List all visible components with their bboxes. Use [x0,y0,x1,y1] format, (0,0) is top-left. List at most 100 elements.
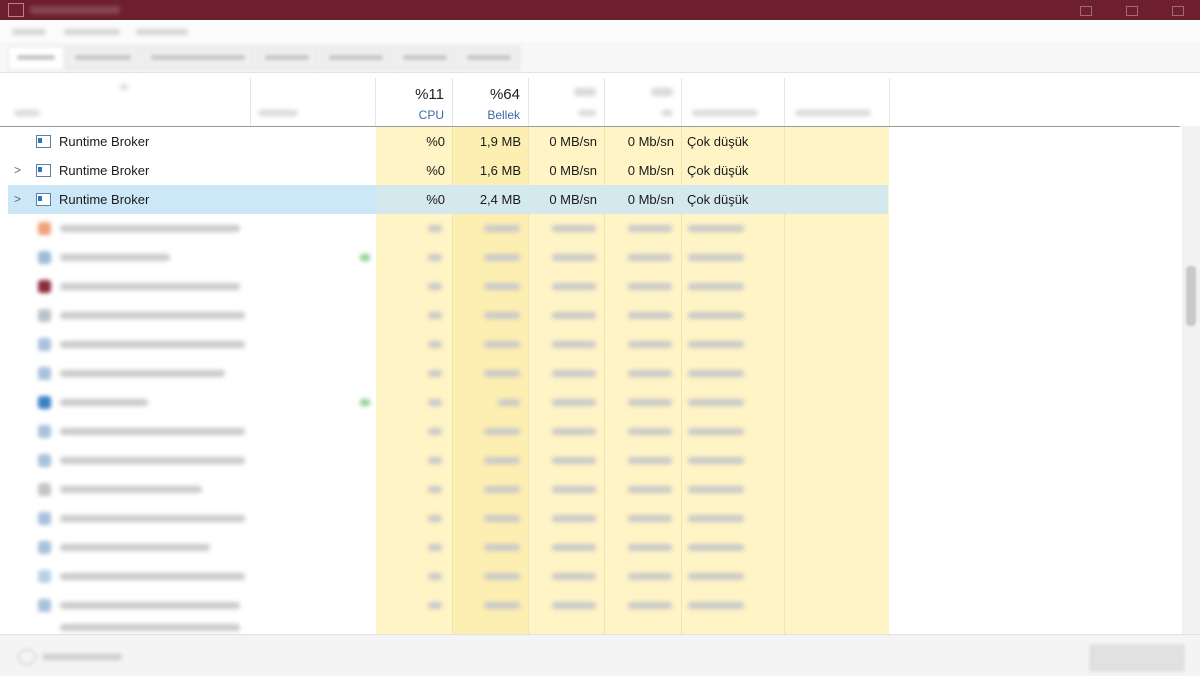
close-button[interactable] [1154,0,1200,20]
blurred-text [428,573,442,580]
blurred-text [628,486,672,493]
memory-percent: %64 [489,86,520,103]
tab-blurred[interactable] [256,46,318,70]
tab-blurred[interactable] [320,46,392,70]
table-row-blurred[interactable] [8,475,888,504]
disk-value: 0 MB/sn [549,134,597,149]
blurred-text [552,312,596,319]
process-list: Runtime Broker %0 1,9 MB 0 MB/sn 0 Mb/sn… [0,126,1180,635]
window-title-blurred [30,6,120,14]
table-row-blurred[interactable] [8,504,888,533]
process-icon-blurred [38,570,51,583]
blurred-text [688,457,744,464]
table-row-blurred[interactable] [8,446,888,475]
process-icon-blurred [38,599,51,612]
status-column-header[interactable] [251,78,376,126]
process-icon-blurred [38,367,51,380]
memory-value: 1,9 MB [479,134,521,149]
menu-item-blurred[interactable] [64,29,120,35]
blurred-text [484,428,520,435]
power-trend-column-header[interactable] [785,78,890,126]
table-row-blurred[interactable] [8,388,888,417]
blurred-text [484,486,520,493]
blurred-text [428,341,442,348]
network-label-blurred [661,110,673,116]
network-column-header[interactable] [605,78,682,126]
process-icon-blurred [38,425,51,438]
blurred-text [428,283,442,290]
table-row-blurred[interactable] [8,272,888,301]
tab-blurred[interactable] [66,46,140,70]
blurred-text [60,486,202,493]
end-task-button-blurred[interactable] [1090,645,1184,671]
minimize-button[interactable] [1062,0,1108,20]
blurred-text [628,573,672,580]
table-row-blurred[interactable] [8,417,888,446]
disk-column-header[interactable] [529,78,605,126]
footer-bar [0,634,1200,676]
blurred-text [688,544,744,551]
blurred-text [688,602,744,609]
cpu-value: %0 [426,192,445,207]
table-row-blurred[interactable] [8,301,888,330]
process-icon-blurred [38,251,51,264]
table-row-blurred[interactable] [8,620,888,635]
power-value: Çok düşük [687,134,749,149]
name-column-header[interactable] [0,78,251,126]
blurred-text [484,457,520,464]
blurred-text [60,624,240,631]
blurred-text [628,544,672,551]
blurred-text [552,544,596,551]
blurred-text [498,399,520,406]
table-row[interactable]: Runtime Broker %0 1,9 MB 0 MB/sn 0 Mb/sn… [8,127,888,156]
menu-item-blurred[interactable] [136,29,188,35]
fewer-details-link-blurred[interactable] [42,654,122,660]
disk-value: 0 MB/sn [549,163,597,178]
scrollbar-thumb[interactable] [1186,266,1196,326]
disk-percent-blurred [574,88,596,96]
tab-blurred[interactable] [394,46,456,70]
power-column-header[interactable] [682,78,785,126]
memory-column-header[interactable]: %64 Bellek [453,78,529,126]
table-row-blurred[interactable] [8,243,888,272]
table-row[interactable]: > Runtime Broker %0 1,6 MB 0 MB/sn 0 Mb/… [8,156,888,185]
tab-strip [0,42,1200,73]
process-name: Runtime Broker [59,163,150,178]
process-name: Runtime Broker [59,192,150,207]
table-row-blurred[interactable] [8,562,888,591]
blurred-text [688,428,744,435]
chevron-right-icon[interactable]: > [14,163,21,177]
table-row-blurred[interactable] [8,359,888,388]
blurred-text [428,602,442,609]
chevron-right-icon[interactable]: > [14,192,21,206]
blurred-text [428,254,442,261]
blurred-text [552,225,596,232]
chevron-up-icon[interactable] [18,649,36,665]
blurred-text [552,254,596,261]
blurred-text [60,312,245,319]
table-row-blurred[interactable] [8,214,888,243]
blurred-text [688,399,744,406]
tab-blurred[interactable] [458,46,520,70]
tab-blurred[interactable] [142,46,254,70]
process-icon-blurred [38,280,51,293]
cpu-column-header[interactable]: %11 CPU [376,78,453,126]
blurred-text [688,370,744,377]
blurred-status [360,254,370,261]
blurred-text [552,399,596,406]
tab-blurred[interactable] [8,46,64,70]
table-row-blurred[interactable] [8,591,888,620]
maximize-button[interactable] [1108,0,1154,20]
process-name: Runtime Broker [59,134,150,149]
blurred-text [60,399,148,406]
cpu-percent: %11 [415,86,444,103]
table-row-selected[interactable]: > Runtime Broker %0 2,4 MB 0 MB/sn 0 Mb/… [8,185,888,214]
vertical-scrollbar[interactable] [1182,126,1200,634]
blurred-text [552,515,596,522]
disk-value: 0 MB/sn [549,192,597,207]
menu-item-blurred[interactable] [12,29,46,35]
blurred-text [688,283,744,290]
table-row-blurred[interactable] [8,533,888,562]
table-row-blurred[interactable] [8,330,888,359]
power-label-blurred [692,110,758,116]
